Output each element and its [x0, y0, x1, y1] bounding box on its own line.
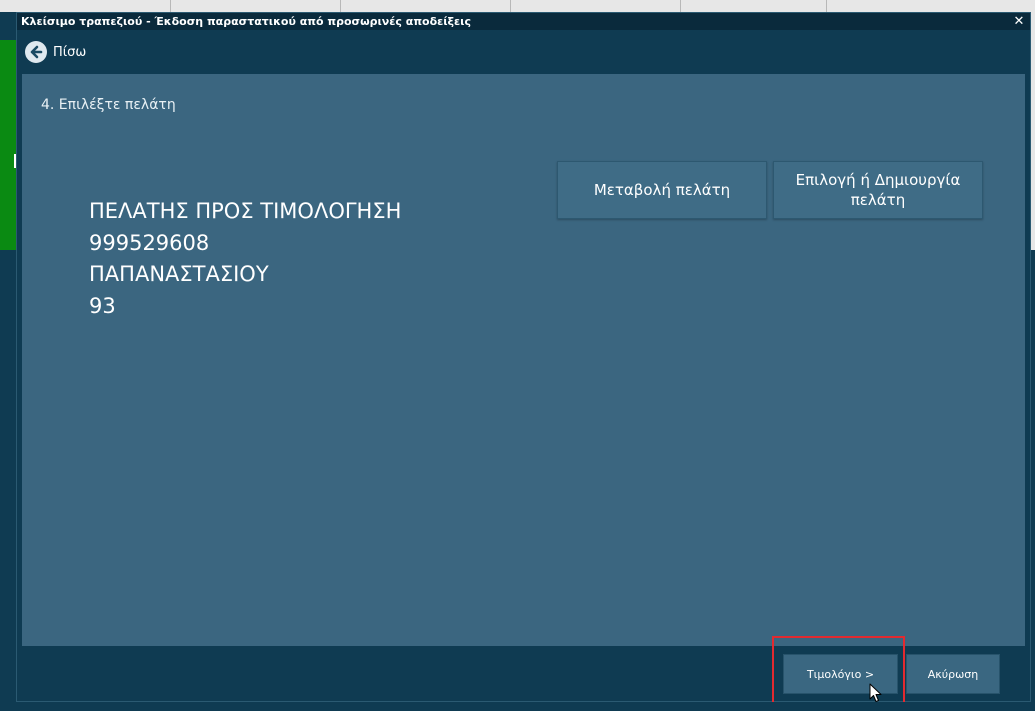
- nav-bar: Πίσω: [17, 30, 1030, 74]
- grid-divider: [340, 0, 341, 12]
- grid-divider: [826, 0, 827, 12]
- window-bottom-edge: [0, 702, 1035, 711]
- arrow-left-circle-icon: [25, 41, 47, 63]
- customer-details: ΠΕΛΑΤΗΣ ΠΡΟΣ ΤΙΜΟΛΟΓΗΣΗ 999529608 ΠΑΠΑΝΑ…: [89, 196, 401, 322]
- background-panel-edge: [1031, 12, 1035, 250]
- background-green-bar: [0, 40, 16, 250]
- back-label: Πίσω: [53, 44, 87, 60]
- grid-divider: [510, 0, 511, 12]
- select-or-create-customer-button[interactable]: Επιλογή ή Δημιουργία πελάτη: [773, 161, 983, 219]
- back-button[interactable]: Πίσω: [25, 41, 86, 63]
- close-icon[interactable]: ✕: [1008, 13, 1030, 30]
- close-table-dialog: Κλείσιμο τραπεζιού - Έκδοση παραστατικού…: [16, 12, 1031, 707]
- background-grid-strip: [0, 0, 1035, 12]
- invoice-next-button[interactable]: Τιμολόγιο >: [783, 654, 898, 694]
- customer-name: ΠΕΛΑΤΗΣ ΠΡΟΣ ΤΙΜΟΛΟΓΗΣΗ: [89, 199, 402, 223]
- dialog-footer: Τιμολόγιο > Ακύρωση: [17, 636, 1030, 707]
- cancel-button[interactable]: Ακύρωση: [906, 654, 1000, 694]
- customer-step-panel: 4. Επιλέξτε πελάτη ΠΕΛΑΤΗΣ ΠΡΟΣ ΤΙΜΟΛΟΓΗ…: [22, 74, 1025, 646]
- customer-street: ΠΑΠΑΝΑΣΤΑΣΙΟΥ: [89, 262, 269, 286]
- customer-tax-id: 999529608: [89, 230, 210, 255]
- change-customer-button[interactable]: Μεταβολή πελάτη: [557, 161, 767, 219]
- step-title: 4. Επιλέξτε πελάτη: [41, 97, 176, 113]
- dialog-title: Κλείσιμο τραπεζιού - Έκδοση παραστατικού…: [21, 15, 471, 28]
- grid-divider: [170, 0, 171, 12]
- customer-street-number: 93: [89, 293, 116, 318]
- dialog-titlebar: Κλείσιμο τραπεζιού - Έκδοση παραστατικού…: [17, 13, 1030, 30]
- grid-divider: [680, 0, 681, 12]
